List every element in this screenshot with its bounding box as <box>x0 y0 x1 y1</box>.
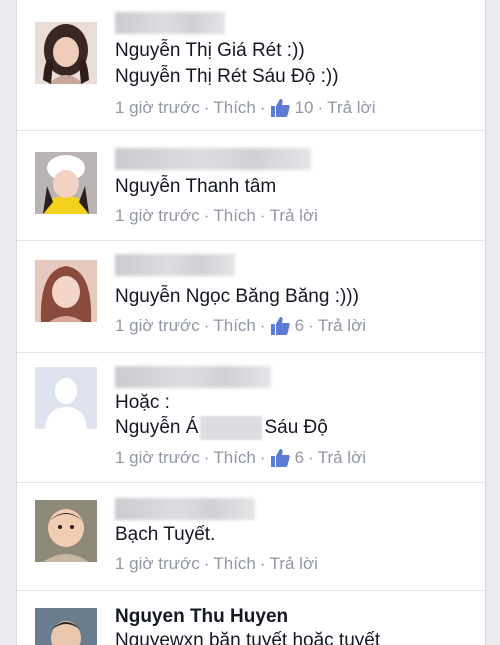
comment: Nguyễn Thị Giá Rét :)) Nguyễn Thị Rét Sá… <box>17 0 485 131</box>
comment-time[interactable]: 1 giờ trước <box>115 554 200 574</box>
comment-meta: 1 giờ trước · Thích · 10 · Trả lời <box>115 98 375 118</box>
separator: · <box>259 316 266 335</box>
comment-meta: 1 giờ trước · Thích · Trả lời <box>115 206 318 226</box>
thumbs-up-icon <box>270 449 290 467</box>
comment: Bạch Tuyết. 1 giờ trước · Thích · Trả lờ… <box>17 482 485 591</box>
like-link[interactable]: Thích <box>213 554 256 574</box>
comment-time[interactable]: 1 giờ trước <box>115 98 200 118</box>
comment-text-line: Nguyewxn băn tuyết hoặc tuyết <box>115 630 381 645</box>
separator: · <box>259 98 266 117</box>
comment: Nguyễn Ngọc Băng Băng :))) 1 giờ trước ·… <box>17 240 485 353</box>
separator: · <box>203 206 210 225</box>
comment-text-line: Nguyễn Á Sáu Độ <box>115 416 328 440</box>
like-count-value: 6 <box>294 316 305 335</box>
comment-text-part: Sáu Độ <box>264 417 328 439</box>
avatar[interactable] <box>35 500 97 562</box>
comment-text-line: Bạch Tuyết. <box>115 524 216 545</box>
author-name-redacted[interactable] <box>115 12 225 34</box>
avatar[interactable] <box>35 608 97 645</box>
like-link[interactable]: Thích <box>213 316 256 336</box>
author-name-redacted[interactable] <box>115 498 255 520</box>
comment: Nguyen Thu Huyen Nguyewxn băn tuyết hoặc… <box>17 590 485 645</box>
like-link[interactable]: Thích <box>213 206 256 226</box>
comment: Nguyễn Thanh tâm 1 giờ trước · Thích · T… <box>17 130 485 241</box>
reply-link[interactable]: Trả lời <box>318 448 366 468</box>
separator: · <box>203 316 210 335</box>
comment-meta: 1 giờ trước · Thích · 6 · Trả lời <box>115 448 366 468</box>
thumbs-up-icon <box>270 99 290 117</box>
separator: · <box>259 554 266 573</box>
separator: · <box>317 98 324 117</box>
avatar[interactable] <box>35 22 97 84</box>
comment-text-line: Nguyễn Thị Giá Rét :)) <box>115 40 305 61</box>
comment: Hoặc : Nguyễn Á Sáu Độ 1 giờ trước · Thíc… <box>17 352 485 483</box>
comment-text-line: Nguyễn Thanh tâm <box>115 176 277 197</box>
separator: · <box>203 98 210 117</box>
like-count-value: 10 <box>294 98 314 117</box>
comment-time[interactable]: 1 giờ trước <box>115 316 200 336</box>
redacted-text <box>200 416 263 440</box>
comment-text-line: Nguyễn Thị Rét Sáu Độ :)) <box>115 66 339 87</box>
reply-link[interactable]: Trả lời <box>270 206 318 226</box>
comment-text-part: Nguyễn Á <box>115 417 199 439</box>
like-count-value: 6 <box>294 448 305 467</box>
comment-time[interactable]: 1 giờ trước <box>115 206 200 226</box>
author-name[interactable]: Nguyen Thu Huyen <box>115 606 288 628</box>
avatar[interactable] <box>35 152 97 214</box>
like-link[interactable]: Thích <box>213 448 256 468</box>
comment-meta: 1 giờ trước · Thích · 6 · Trả lời <box>115 316 366 336</box>
like-link[interactable]: Thích <box>213 98 256 118</box>
author-name-redacted[interactable] <box>115 148 311 170</box>
separator: · <box>308 316 314 335</box>
separator: · <box>308 448 314 467</box>
separator: · <box>203 554 210 573</box>
separator: · <box>203 448 210 467</box>
thumbs-up-icon <box>270 317 290 335</box>
author-name-redacted[interactable] <box>115 254 235 276</box>
comments-panel: Nguyễn Thị Giá Rét :)) Nguyễn Thị Rét Sá… <box>16 0 486 645</box>
separator: · <box>259 448 266 467</box>
like-count[interactable]: 6 <box>270 448 304 468</box>
author-name-redacted[interactable] <box>115 366 271 388</box>
reply-link[interactable]: Trả lời <box>318 316 366 336</box>
reply-link[interactable]: Trả lời <box>327 98 375 118</box>
comment-time[interactable]: 1 giờ trước <box>115 448 200 468</box>
avatar[interactable] <box>35 260 97 322</box>
default-avatar-icon[interactable] <box>35 367 97 429</box>
reply-link[interactable]: Trả lời <box>270 554 318 574</box>
like-count[interactable]: 6 <box>270 316 304 336</box>
like-count[interactable]: 10 <box>270 98 314 118</box>
comment-meta: 1 giờ trước · Thích · Trả lời <box>115 554 318 574</box>
comment-text-line: Hoặc : <box>115 392 170 413</box>
separator: · <box>259 206 266 225</box>
comment-text-line: Nguyễn Ngọc Băng Băng :))) <box>115 286 359 307</box>
